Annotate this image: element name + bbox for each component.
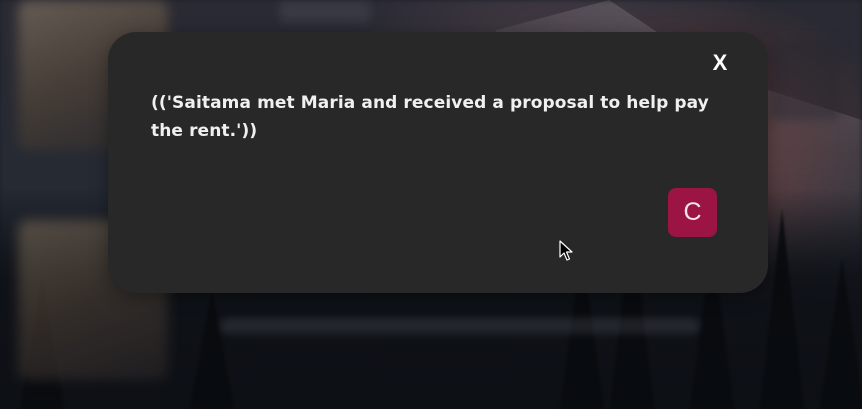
dialog-message: (('Saitama met Maria and received a prop… <box>151 93 709 141</box>
background-blurred-panel <box>770 40 840 120</box>
background-tree <box>190 289 234 409</box>
background-blurred-text <box>280 0 370 22</box>
game-scene: X (('Saitama met Maria and received a pr… <box>0 0 862 409</box>
continue-button[interactable]: C <box>668 188 717 237</box>
close-button[interactable]: X <box>708 50 732 76</box>
mouse-pointer-icon <box>559 240 573 261</box>
background-blurred-text <box>220 318 700 334</box>
background-tree <box>820 259 862 409</box>
message-dialog: X (('Saitama met Maria and received a pr… <box>108 32 768 293</box>
